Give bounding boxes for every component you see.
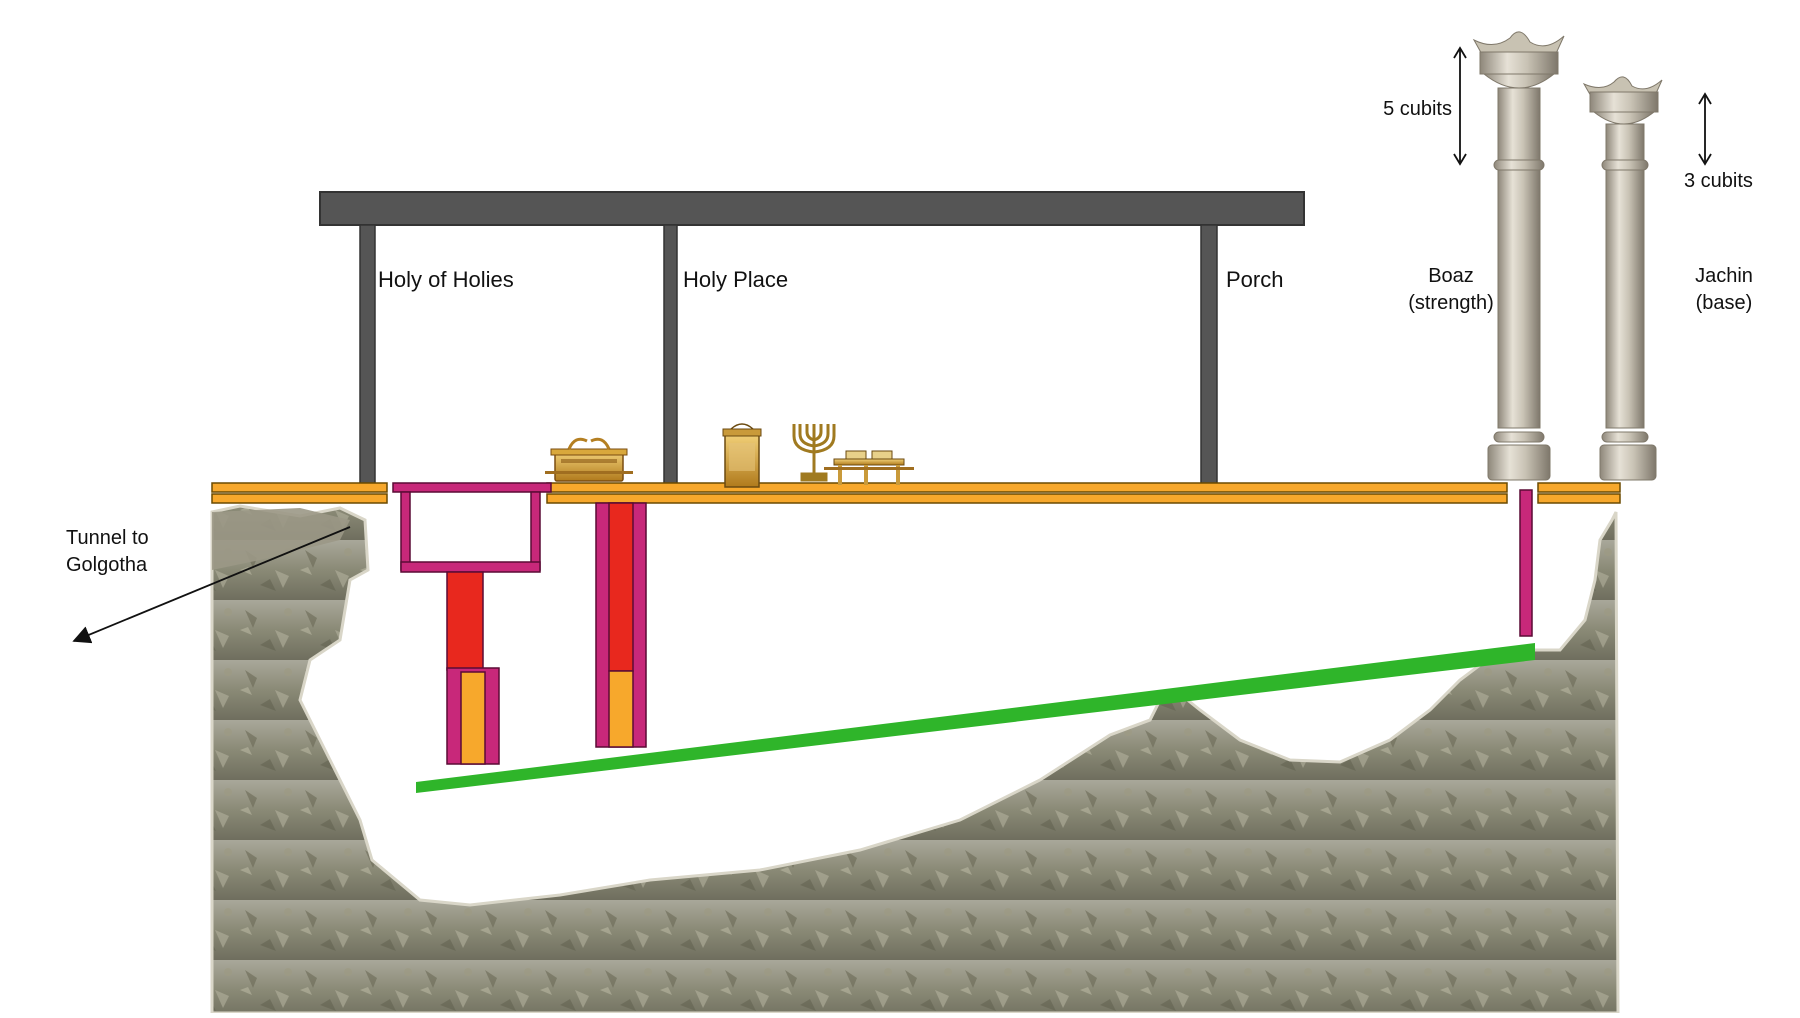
shaft-holy-place	[595, 502, 647, 748]
jachin-capital-measure	[1698, 92, 1712, 166]
altar-of-incense-icon	[722, 423, 762, 488]
wall-post-porch	[1200, 224, 1218, 486]
roof-beam	[319, 191, 1305, 226]
label-boaz-line1: Boaz	[1428, 265, 1474, 287]
wall-post-holy-of-holies	[359, 224, 376, 486]
pillar-jachin	[1582, 76, 1663, 481]
label-jachin-line2: (base)	[1696, 292, 1753, 314]
label-holy-place: Holy Place	[683, 267, 788, 292]
wall-post-holy-place	[663, 224, 678, 486]
menorah-icon	[792, 424, 836, 482]
label-boaz-line2: (strength)	[1408, 292, 1494, 314]
boaz-capital-measure	[1453, 46, 1467, 166]
label-boaz-capital: 5 cubits	[1383, 98, 1452, 120]
label-jachin-line1: Jachin	[1695, 265, 1753, 287]
ark-of-covenant-icon	[545, 437, 633, 482]
temple-cross-section: Tunnel to Golgotha Holy of Holies Holy P…	[0, 0, 1800, 1015]
pillar-boaz	[1472, 31, 1565, 481]
label-jachin-capital: 3 cubits	[1684, 170, 1753, 192]
table-of-showbread-icon	[824, 450, 914, 485]
label-holy-of-holies: Holy of Holies	[378, 267, 514, 292]
label-porch: Porch	[1226, 267, 1283, 292]
label-tunnel-line2: Golgotha	[66, 554, 148, 576]
label-tunnel-line1: Tunnel to	[66, 527, 149, 549]
bedrock	[210, 504, 1620, 1015]
